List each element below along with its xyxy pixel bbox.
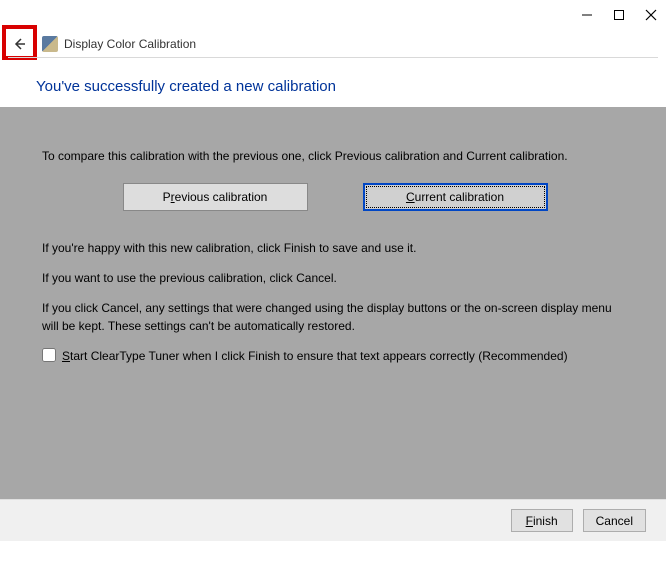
window-title: Display Color Calibration [64, 37, 196, 51]
cleartype-label[interactable]: Start ClearType Tuner when I click Finis… [62, 347, 568, 365]
current-calibration-button[interactable]: Current calibration [363, 183, 548, 211]
footer: Finish Cancel [0, 499, 666, 541]
titlebar [0, 0, 666, 30]
header: Display Color Calibration [0, 30, 666, 58]
happy-text: If you're happy with this new calibratio… [42, 239, 628, 257]
app-icon [42, 36, 58, 52]
back-button[interactable] [4, 31, 34, 57]
content-panel: To compare this calibration with the pre… [0, 107, 666, 499]
cancel-button[interactable]: Cancel [583, 509, 646, 532]
arrow-left-icon [11, 36, 27, 52]
cleartype-checkbox[interactable] [42, 348, 56, 362]
intro-text: To compare this calibration with the pre… [42, 147, 628, 165]
cancel-text: If you want to use the previous calibrat… [42, 269, 628, 287]
heading-area: You've successfully created a new calibr… [0, 58, 666, 107]
maximize-button[interactable] [612, 8, 626, 22]
page-heading: You've successfully created a new calibr… [36, 78, 630, 95]
minimize-button[interactable] [580, 8, 594, 22]
warning-text: If you click Cancel, any settings that w… [42, 299, 628, 335]
previous-calibration-button[interactable]: Previous calibration [123, 183, 308, 211]
close-button[interactable] [644, 8, 658, 22]
finish-button[interactable]: Finish [511, 509, 573, 532]
